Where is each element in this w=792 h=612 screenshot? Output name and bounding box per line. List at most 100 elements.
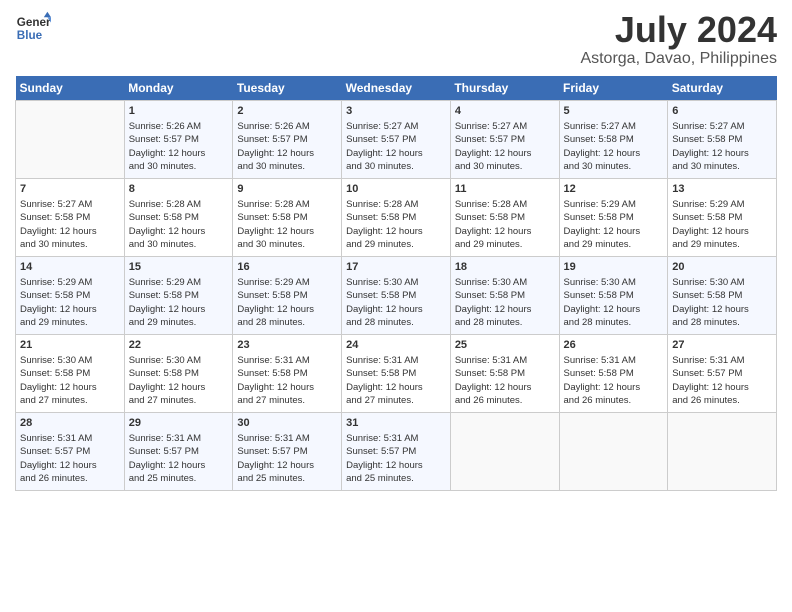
day-info: Sunrise: 5:30 AM <box>564 276 664 289</box>
day-info: Sunrise: 5:29 AM <box>564 198 664 211</box>
day-info: Sunset: 5:58 PM <box>129 211 229 224</box>
week-row-1: 1Sunrise: 5:26 AMSunset: 5:57 PMDaylight… <box>16 100 777 178</box>
day-cell: 21Sunrise: 5:30 AMSunset: 5:58 PMDayligh… <box>16 334 125 412</box>
main-container: General Blue July 2024 Astorga, Davao, P… <box>0 0 792 501</box>
day-info: Daylight: 12 hours <box>672 381 772 394</box>
day-info: Daylight: 12 hours <box>455 381 555 394</box>
day-info: Sunset: 5:57 PM <box>129 445 229 458</box>
day-cell: 24Sunrise: 5:31 AMSunset: 5:58 PMDayligh… <box>342 334 451 412</box>
day-info: Sunrise: 5:30 AM <box>346 276 446 289</box>
day-info: Sunset: 5:58 PM <box>346 289 446 302</box>
day-info: Daylight: 12 hours <box>129 459 229 472</box>
day-header-saturday: Saturday <box>668 76 777 101</box>
day-info: Sunrise: 5:26 AM <box>129 120 229 133</box>
day-info: and 30 minutes. <box>237 238 337 251</box>
day-cell <box>450 412 559 490</box>
day-cell: 3Sunrise: 5:27 AMSunset: 5:57 PMDaylight… <box>342 100 451 178</box>
day-info: Sunset: 5:57 PM <box>455 133 555 146</box>
day-info: and 25 minutes. <box>237 472 337 485</box>
logo: General Blue <box>15 10 51 46</box>
svg-text:Blue: Blue <box>17 29 43 42</box>
day-info: Daylight: 12 hours <box>346 303 446 316</box>
day-cell: 31Sunrise: 5:31 AMSunset: 5:57 PMDayligh… <box>342 412 451 490</box>
day-number: 14 <box>20 260 120 275</box>
day-info: and 29 minutes. <box>455 238 555 251</box>
day-cell: 5Sunrise: 5:27 AMSunset: 5:58 PMDaylight… <box>559 100 668 178</box>
day-info: and 30 minutes. <box>129 160 229 173</box>
day-info: Sunset: 5:58 PM <box>237 211 337 224</box>
location: Astorga, Davao, Philippines <box>580 50 777 68</box>
day-info: and 27 minutes. <box>346 394 446 407</box>
day-cell: 22Sunrise: 5:30 AMSunset: 5:58 PMDayligh… <box>124 334 233 412</box>
day-info: Sunset: 5:57 PM <box>237 133 337 146</box>
day-info: Daylight: 12 hours <box>346 459 446 472</box>
day-info: Sunset: 5:58 PM <box>346 211 446 224</box>
day-info: Sunrise: 5:31 AM <box>672 354 772 367</box>
day-cell: 15Sunrise: 5:29 AMSunset: 5:58 PMDayligh… <box>124 256 233 334</box>
day-info: Daylight: 12 hours <box>237 147 337 160</box>
day-info: Sunrise: 5:26 AM <box>237 120 337 133</box>
day-info: Sunrise: 5:31 AM <box>455 354 555 367</box>
day-info: Daylight: 12 hours <box>455 147 555 160</box>
day-info: Daylight: 12 hours <box>564 147 664 160</box>
day-info: and 28 minutes. <box>672 316 772 329</box>
day-number: 2 <box>237 104 337 119</box>
day-number: 11 <box>455 182 555 197</box>
day-info: Sunrise: 5:28 AM <box>455 198 555 211</box>
day-info: Daylight: 12 hours <box>20 381 120 394</box>
day-cell: 9Sunrise: 5:28 AMSunset: 5:58 PMDaylight… <box>233 178 342 256</box>
logo-icon: General Blue <box>15 10 51 46</box>
day-info: Daylight: 12 hours <box>237 303 337 316</box>
day-info: Sunset: 5:58 PM <box>237 367 337 380</box>
day-info: and 26 minutes. <box>20 472 120 485</box>
day-info: and 29 minutes. <box>129 316 229 329</box>
day-info: and 29 minutes. <box>20 316 120 329</box>
day-info: and 30 minutes. <box>455 160 555 173</box>
day-info: Sunrise: 5:29 AM <box>237 276 337 289</box>
day-info: Sunset: 5:58 PM <box>564 289 664 302</box>
day-cell: 19Sunrise: 5:30 AMSunset: 5:58 PMDayligh… <box>559 256 668 334</box>
day-number: 6 <box>672 104 772 119</box>
day-info: Sunrise: 5:27 AM <box>20 198 120 211</box>
day-info: Daylight: 12 hours <box>129 303 229 316</box>
day-info: Daylight: 12 hours <box>237 459 337 472</box>
day-info: Daylight: 12 hours <box>564 303 664 316</box>
day-cell: 29Sunrise: 5:31 AMSunset: 5:57 PMDayligh… <box>124 412 233 490</box>
day-header-wednesday: Wednesday <box>342 76 451 101</box>
day-number: 23 <box>237 338 337 353</box>
day-number: 27 <box>672 338 772 353</box>
day-info: and 25 minutes. <box>346 472 446 485</box>
day-info: Sunrise: 5:28 AM <box>346 198 446 211</box>
svg-text:General: General <box>17 16 51 29</box>
day-info: Sunset: 5:58 PM <box>672 289 772 302</box>
day-info: Sunset: 5:58 PM <box>346 367 446 380</box>
day-number: 9 <box>237 182 337 197</box>
day-cell: 13Sunrise: 5:29 AMSunset: 5:58 PMDayligh… <box>668 178 777 256</box>
day-info: Sunrise: 5:30 AM <box>20 354 120 367</box>
day-info: Sunrise: 5:29 AM <box>20 276 120 289</box>
day-info: Sunrise: 5:27 AM <box>455 120 555 133</box>
day-info: and 26 minutes. <box>672 394 772 407</box>
day-cell: 14Sunrise: 5:29 AMSunset: 5:58 PMDayligh… <box>16 256 125 334</box>
day-info: Sunrise: 5:29 AM <box>129 276 229 289</box>
day-cell: 12Sunrise: 5:29 AMSunset: 5:58 PMDayligh… <box>559 178 668 256</box>
day-cell: 18Sunrise: 5:30 AMSunset: 5:58 PMDayligh… <box>450 256 559 334</box>
day-info: and 28 minutes. <box>564 316 664 329</box>
day-info: Sunrise: 5:27 AM <box>564 120 664 133</box>
day-cell: 23Sunrise: 5:31 AMSunset: 5:58 PMDayligh… <box>233 334 342 412</box>
day-info: and 25 minutes. <box>129 472 229 485</box>
day-number: 22 <box>129 338 229 353</box>
day-number: 8 <box>129 182 229 197</box>
day-number: 25 <box>455 338 555 353</box>
title-area: July 2024 Astorga, Davao, Philippines <box>580 10 777 68</box>
day-info: Sunrise: 5:30 AM <box>455 276 555 289</box>
day-info: Sunset: 5:58 PM <box>129 289 229 302</box>
day-info: and 30 minutes. <box>237 160 337 173</box>
day-info: Daylight: 12 hours <box>346 381 446 394</box>
calendar-table: SundayMondayTuesdayWednesdayThursdayFrid… <box>15 76 777 491</box>
day-number: 12 <box>564 182 664 197</box>
day-header-monday: Monday <box>124 76 233 101</box>
day-number: 28 <box>20 416 120 431</box>
day-cell: 16Sunrise: 5:29 AMSunset: 5:58 PMDayligh… <box>233 256 342 334</box>
day-cell: 25Sunrise: 5:31 AMSunset: 5:58 PMDayligh… <box>450 334 559 412</box>
